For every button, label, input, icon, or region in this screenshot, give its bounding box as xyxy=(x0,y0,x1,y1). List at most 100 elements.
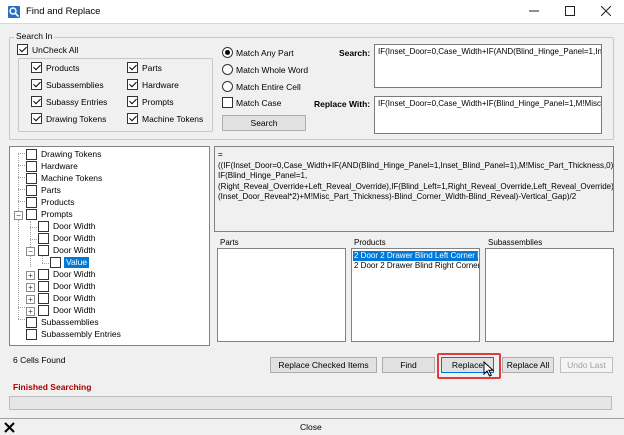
tree-item-label: Drawing Tokens xyxy=(41,149,102,159)
tree-checkbox[interactable] xyxy=(38,281,49,292)
machine-tokens-label: Machine Tokens xyxy=(142,114,204,124)
close-button-label: Close xyxy=(300,422,322,432)
subassemblies-label: Subassemblies xyxy=(46,80,104,90)
match-case-label: Match Case xyxy=(236,98,282,108)
tree-checkbox[interactable] xyxy=(26,185,37,196)
undo-last-button[interactable]: Undo Last xyxy=(560,357,613,373)
tree-checkbox[interactable] xyxy=(50,257,61,268)
tree-checkbox[interactable] xyxy=(38,233,49,244)
tree-item-label: Subassembly Entries xyxy=(41,329,121,339)
subassy-entries-label: Subassy Entries xyxy=(46,97,108,107)
replace-all-button[interactable]: Replace All xyxy=(502,357,554,373)
tree-item-label: Door Width xyxy=(53,233,96,243)
tree-expander-expand[interactable]: + xyxy=(26,295,35,304)
match-any-part-label: Match Any Part xyxy=(236,48,294,58)
tree-connector xyxy=(18,177,25,178)
progress-bar xyxy=(9,396,612,410)
close-icon xyxy=(600,5,612,17)
subassemblies-list[interactable] xyxy=(485,248,614,342)
tree-connector xyxy=(42,263,49,264)
tree-checkbox[interactable] xyxy=(26,161,37,172)
tree-item-label: Products xyxy=(41,197,75,207)
close-icon xyxy=(4,422,15,433)
tree-checkbox[interactable] xyxy=(26,197,37,208)
tree-expander-collapse[interactable]: − xyxy=(14,211,23,220)
tree-expander-expand[interactable]: + xyxy=(26,283,35,292)
tree-item-label: Door Width xyxy=(53,281,96,291)
tree-checkbox[interactable] xyxy=(26,209,37,220)
search-text-field[interactable]: IF(Inset_Door=0,Case_Width+IF(AND(Blind_… xyxy=(374,44,602,88)
machine-tokens-checkbox[interactable] xyxy=(127,113,138,124)
products-list-header: Products xyxy=(354,238,386,247)
tree-expander-collapse[interactable]: − xyxy=(26,247,35,256)
subassemblies-list-header: Subassemblies xyxy=(488,238,543,247)
tree-checkbox[interactable] xyxy=(38,221,49,232)
tree-item-label: Prompts xyxy=(41,209,73,219)
drawing-tokens-checkbox[interactable] xyxy=(31,113,42,124)
results-tree[interactable]: Drawing Tokens Hardware Machine Tokens P… xyxy=(9,146,210,346)
replace-text-field[interactable]: IF(Inset_Door=0,Case_Width+IF(Blind_Hing… xyxy=(374,96,602,134)
tree-item-label: Parts xyxy=(41,185,61,195)
tree-connector xyxy=(18,165,25,166)
minimize-icon xyxy=(529,10,539,12)
tree-item-label: Door Width xyxy=(53,269,96,279)
tree-item-label: Hardware xyxy=(41,161,78,171)
tree-expander-expand[interactable]: + xyxy=(26,271,35,280)
products-checkbox[interactable] xyxy=(31,62,42,73)
match-any-part-radio[interactable] xyxy=(222,47,233,58)
tree-checkbox[interactable] xyxy=(38,269,49,280)
window-title: Find and Replace xyxy=(26,6,101,17)
tree-checkbox[interactable] xyxy=(26,317,37,328)
search-button[interactable]: Search xyxy=(222,115,306,131)
tree-expander-expand[interactable]: + xyxy=(26,307,35,316)
products-list[interactable]: 2 Door 2 Drawer Blind Left Corner B 2 Do… xyxy=(351,248,480,342)
maximize-button[interactable] xyxy=(552,0,588,24)
tree-connector xyxy=(30,239,37,240)
formula-display[interactable]: =((IF(Inset_Door=0,Case_Width+IF(AND(Bli… xyxy=(214,146,614,232)
match-case-checkbox[interactable] xyxy=(222,97,233,108)
list-item[interactable]: 2 Door 2 Drawer Blind Right Corner xyxy=(353,261,479,271)
list-item[interactable]: 2 Door 2 Drawer Blind Left Corner B xyxy=(353,251,479,261)
subassy-entries-checkbox[interactable] xyxy=(31,96,42,107)
find-replace-app-icon xyxy=(8,6,20,18)
prompts-checkbox[interactable] xyxy=(127,96,138,107)
tree-item-label-selected: Value xyxy=(64,257,90,268)
close-bar[interactable]: Close xyxy=(0,418,624,435)
match-entire-cell-label: Match Entire Cell xyxy=(236,82,301,92)
products-label: Products xyxy=(46,63,80,73)
parts-list-header: Parts xyxy=(220,238,239,247)
parts-label: Parts xyxy=(142,63,162,73)
tree-checkbox[interactable] xyxy=(38,293,49,304)
tree-checkbox[interactable] xyxy=(38,245,49,256)
hardware-checkbox[interactable] xyxy=(127,79,138,90)
tree-checkbox[interactable] xyxy=(38,305,49,316)
uncheck-all-checkbox[interactable] xyxy=(17,44,28,55)
subassemblies-checkbox[interactable] xyxy=(31,79,42,90)
close-window-button[interactable] xyxy=(588,0,624,24)
tree-connector xyxy=(18,153,25,154)
search-field-label: Search: xyxy=(339,48,371,58)
match-entire-cell-radio[interactable] xyxy=(222,81,233,92)
parts-list[interactable] xyxy=(217,248,346,342)
search-in-label: Search In xyxy=(14,31,55,41)
status-message: Finished Searching xyxy=(13,382,92,392)
parts-checkbox[interactable] xyxy=(127,62,138,73)
hardware-label: Hardware xyxy=(142,80,179,90)
replace-checked-items-button[interactable]: Replace Checked Items xyxy=(270,357,377,373)
tree-item-label: Subassemblies xyxy=(41,317,99,327)
tree-checkbox[interactable] xyxy=(26,149,37,160)
replace-field-label: Replace With: xyxy=(314,99,371,109)
minimize-button[interactable] xyxy=(516,0,552,24)
tree-checkbox[interactable] xyxy=(26,329,37,340)
find-button[interactable]: Find xyxy=(382,357,435,373)
cells-found-count: 6 Cells Found xyxy=(13,355,66,365)
match-whole-word-radio[interactable] xyxy=(222,64,233,75)
tree-item-label: Door Width xyxy=(53,221,96,231)
tree-connector xyxy=(18,201,25,202)
tree-connector xyxy=(18,189,25,190)
tree-item-label: Door Width xyxy=(53,293,96,303)
tree-item-label: Door Width xyxy=(53,305,96,315)
drawing-tokens-label: Drawing Tokens xyxy=(46,114,107,124)
tree-checkbox[interactable] xyxy=(26,173,37,184)
maximize-icon xyxy=(565,6,575,16)
